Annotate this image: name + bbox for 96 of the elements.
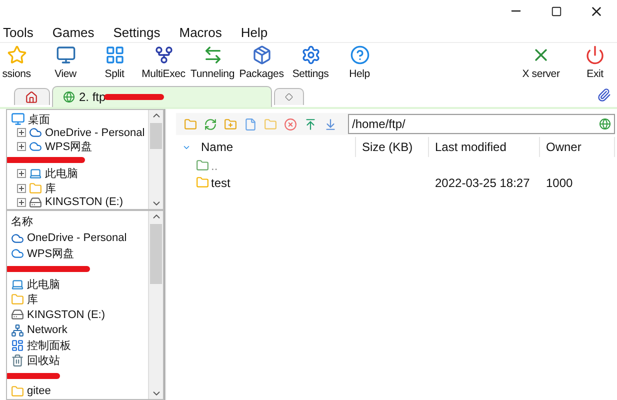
- folder-icon: [196, 176, 209, 189]
- fork-icon: [154, 45, 174, 65]
- folder-plus-icon: [224, 118, 236, 130]
- session-tab[interactable]: 2. ftp: [52, 86, 272, 107]
- toolbar-button[interactable]: Tunneling: [188, 43, 237, 80]
- tree-item[interactable]: KINGSTON (E:): [45, 196, 124, 208]
- drive-icon: [11, 308, 24, 322]
- drive-icon: [29, 196, 42, 209]
- tree-item[interactable]: OneDrive - Personal: [45, 126, 145, 138]
- menu-item[interactable]: Tools: [3, 24, 34, 40]
- monitor-icon: [56, 45, 76, 65]
- scrollbar[interactable]: [148, 210, 163, 399]
- tree-item[interactable]: WPS网盘: [45, 139, 92, 154]
- toolbar-button[interactable]: X server: [509, 43, 573, 80]
- paperclip-icon[interactable]: [597, 88, 611, 102]
- expand-icon[interactable]: [17, 184, 26, 193]
- download-icon: [324, 118, 336, 130]
- tree-item[interactable]: 库: [45, 180, 56, 196]
- toolbar-button[interactable]: Exit: [573, 43, 617, 80]
- maximize-icon[interactable]: [550, 6, 562, 16]
- new-tab[interactable]: [274, 88, 304, 105]
- file-name[interactable]: test: [211, 176, 230, 190]
- folder-icon: [11, 293, 24, 306]
- path-field[interactable]: /home/ftp/: [348, 114, 615, 134]
- list-item[interactable]: 此电脑: [27, 276, 60, 292]
- file-owner: 1000: [546, 176, 573, 190]
- trash-icon: [11, 354, 24, 368]
- column-header[interactable]: 名称: [11, 214, 33, 230]
- power-icon: [585, 45, 605, 65]
- x-circle-icon: [284, 118, 296, 130]
- list-item[interactable]: 库: [27, 292, 38, 308]
- package-icon: [252, 45, 272, 65]
- folder-icon: [264, 118, 276, 130]
- laptop-icon: [29, 166, 42, 180]
- expand-icon[interactable]: [17, 198, 26, 207]
- file-name[interactable]: ..: [211, 158, 218, 172]
- gear-icon: [300, 45, 320, 65]
- panel-icon: [11, 338, 24, 352]
- column-header[interactable]: Last modified: [429, 137, 540, 157]
- column-header[interactable]: Size (KB): [356, 137, 429, 157]
- list-item[interactable]: 控制面板: [27, 338, 71, 353]
- star-icon: [6, 45, 26, 65]
- refresh-icon: [204, 118, 216, 130]
- globe-icon[interactable]: [599, 118, 611, 130]
- toolbar-button[interactable]: Packages: [237, 43, 286, 80]
- arrows-icon: [202, 45, 222, 65]
- home-tab[interactable]: [14, 88, 50, 105]
- redaction-mark: [7, 373, 60, 380]
- expand-icon[interactable]: [17, 128, 26, 137]
- list-item[interactable]: gitee: [27, 385, 51, 398]
- cloud-icon: [11, 247, 24, 260]
- menu-item[interactable]: Settings: [113, 24, 160, 40]
- column-header[interactable]: Owner: [540, 137, 615, 157]
- folder-icon: [11, 384, 24, 398]
- menu-item[interactable]: Macros: [179, 24, 222, 40]
- file-icon: [244, 118, 256, 130]
- globe-icon: [63, 91, 75, 103]
- folder-icon: [184, 118, 196, 130]
- list-item[interactable]: KINGSTON (E:): [27, 308, 106, 321]
- cloud-icon: [29, 126, 42, 139]
- list-item[interactable]: Network: [27, 324, 68, 336]
- monitor-icon: [11, 112, 25, 126]
- toolbar-button[interactable]: Split: [90, 43, 139, 80]
- folder-icon: [196, 159, 209, 172]
- expand-icon[interactable]: [17, 142, 26, 151]
- toolbar-button[interactable]: Settings: [286, 43, 335, 80]
- help-icon: [350, 45, 370, 65]
- expand-icon[interactable]: [17, 168, 26, 178]
- scrollbar-thumb[interactable]: [150, 224, 162, 284]
- cloud-icon: [11, 232, 24, 245]
- toolbar-button[interactable]: Help: [335, 43, 384, 80]
- toolbar-button[interactable]: MultiExec: [139, 43, 188, 80]
- scrollbar[interactable]: [148, 110, 163, 209]
- cloud-icon: [29, 140, 42, 153]
- network-icon: [11, 324, 24, 337]
- redaction-mark: [104, 94, 164, 100]
- toolbar-button[interactable]: View: [41, 43, 90, 80]
- grid-icon: [104, 45, 124, 65]
- upload-icon: [304, 118, 316, 130]
- menu-item[interactable]: Help: [240, 24, 268, 40]
- tree-item[interactable]: 此电脑: [45, 166, 78, 181]
- list-item[interactable]: 回收站: [27, 353, 60, 368]
- list-item[interactable]: OneDrive - Personal: [27, 232, 127, 244]
- toolbar-icon-button[interactable]: [202, 116, 218, 132]
- folder-icon: [29, 182, 42, 195]
- menu-item[interactable]: Games: [52, 24, 94, 40]
- toolbar-button[interactable]: ssions: [0, 43, 41, 80]
- toolbar-icon-button[interactable]: [282, 116, 298, 132]
- list-item[interactable]: WPS网盘: [27, 246, 74, 262]
- diamond-icon: [285, 93, 293, 101]
- home-icon: [25, 90, 38, 104]
- column-header[interactable]: Name: [176, 137, 356, 157]
- tree-item[interactable]: 桌面: [28, 112, 50, 126]
- scrollbar-thumb[interactable]: [150, 123, 162, 149]
- modified-date: 2022-03-25 18:27: [435, 176, 530, 190]
- laptop-icon: [11, 278, 24, 291]
